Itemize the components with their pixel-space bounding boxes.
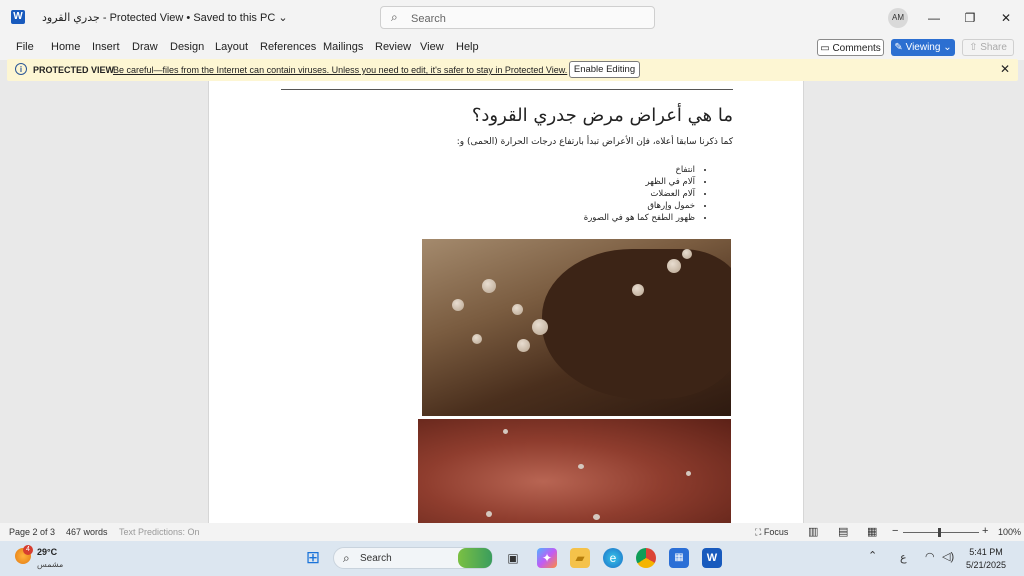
list-item: انتفاخ	[584, 164, 695, 176]
maximize-button[interactable]: ❐	[958, 6, 982, 30]
enable-editing-button[interactable]: Enable Editing	[569, 61, 640, 78]
tab-draw[interactable]: Draw	[132, 41, 158, 53]
tab-view[interactable]: View	[420, 41, 444, 53]
file-explorer-icon[interactable]: ▰	[570, 548, 590, 568]
tab-design[interactable]: Design	[170, 41, 204, 53]
protected-view-bar: i PROTECTED VIEW Be careful—files from t…	[7, 59, 1018, 81]
weather-temperature[interactable]: 29°C	[37, 547, 57, 557]
close-icon[interactable]: ✕	[1000, 62, 1010, 76]
lesion	[593, 514, 600, 520]
minimize-button[interactable]: —	[922, 6, 946, 30]
share-icon: ⇧	[969, 42, 978, 53]
zoom-level[interactable]: 100%	[998, 527, 1021, 537]
tab-file[interactable]: File	[16, 41, 34, 53]
read-mode-icon[interactable]: ▥	[808, 525, 818, 538]
list-item: آلام العضلات	[584, 188, 695, 200]
zoom-out-icon[interactable]: −	[892, 525, 898, 537]
list-item: ظهور الطفح كما هو في الصورة	[584, 212, 695, 224]
weather-condition[interactable]: مشمس	[37, 560, 63, 569]
info-shield-icon: i	[15, 63, 27, 75]
focus-icon: ⛶	[755, 527, 762, 537]
rash-photo-skin[interactable]	[418, 419, 731, 523]
tab-insert[interactable]: Insert	[92, 41, 120, 53]
comments-button[interactable]: ▭ Comments	[817, 39, 884, 56]
tab-references[interactable]: References	[260, 41, 316, 53]
print-layout-icon[interactable]: ▤	[838, 525, 848, 538]
zoom-slider-thumb[interactable]	[938, 528, 941, 537]
pustule	[682, 249, 692, 259]
search-input[interactable]	[409, 10, 643, 27]
volume-icon[interactable]: ◁)	[942, 550, 954, 563]
tab-review[interactable]: Review	[375, 41, 411, 53]
symptom-list: انتفاخ آلام في الظهر آلام العضلات خمول و…	[584, 164, 713, 224]
zoom-in-icon[interactable]: +	[982, 525, 988, 537]
search-box[interactable]: ⌕	[380, 6, 655, 29]
chevron-down-icon[interactable]: ⌄	[278, 12, 287, 24]
lesion	[486, 511, 492, 517]
microsoft-store-icon[interactable]: ▦	[669, 548, 689, 568]
pustule	[452, 299, 464, 311]
section-heading: ما هي أعراض مرض جدري القرود؟	[471, 105, 733, 126]
comment-icon: ▭	[820, 43, 830, 54]
edge-browser-icon[interactable]: e	[603, 548, 623, 568]
windows-start-icon[interactable]: ⊞	[303, 548, 323, 568]
tab-layout[interactable]: Layout	[215, 41, 248, 53]
page-count[interactable]: Page 2 of 3	[9, 527, 55, 537]
chevron-down-icon: ⌄	[943, 42, 952, 53]
tab-mailings[interactable]: Mailings	[323, 41, 363, 53]
pustule	[512, 304, 523, 315]
protected-view-title: PROTECTED VIEW	[33, 65, 115, 75]
rash-photo-hand[interactable]	[422, 239, 731, 416]
word-taskbar-icon[interactable]: W	[702, 548, 722, 568]
word-count[interactable]: 467 words	[66, 527, 108, 537]
intro-paragraph: كما ذكرنا سابقا أعلاه، فإن الأعراض تبدأ …	[456, 137, 733, 147]
pustule	[482, 279, 496, 293]
chrome-browser-icon[interactable]	[636, 548, 656, 568]
user-avatar[interactable]: AM	[888, 8, 908, 28]
search-highlight-icon[interactable]	[458, 548, 492, 568]
word-app-icon[interactable]: W	[11, 10, 25, 24]
protected-view-message[interactable]: Be careful—files from the Internet can c…	[113, 65, 567, 75]
search-icon: ⌕	[391, 10, 398, 24]
share-button[interactable]: ⇧ Share	[962, 39, 1014, 56]
clock-time: 5:41 PM	[969, 547, 1003, 557]
hand-shape	[542, 249, 731, 399]
lesion	[686, 471, 691, 476]
input-language[interactable]: ع	[900, 551, 907, 564]
tab-help[interactable]: Help	[456, 41, 479, 53]
system-clock[interactable]: 5:41 PM 5/21/2025	[962, 546, 1010, 572]
list-item: خمول وإرهاق	[584, 200, 695, 212]
web-layout-icon[interactable]: ▦	[867, 525, 877, 538]
lesion	[578, 464, 584, 469]
wifi-icon[interactable]: ◠	[925, 550, 935, 563]
horizontal-rule	[281, 89, 733, 90]
document-page[interactable]: ما هي أعراض مرض جدري القرود؟ كما ذكرنا س…	[208, 81, 804, 523]
text-predictions-status[interactable]: Text Predictions: On	[119, 527, 200, 537]
clock-date: 5/21/2025	[965, 560, 1007, 570]
task-view-icon[interactable]: ▣	[503, 548, 523, 568]
pustule	[517, 339, 530, 352]
taskbar-search-label: Search	[360, 553, 392, 564]
pustule	[632, 284, 644, 296]
pustule	[532, 319, 548, 335]
tab-home[interactable]: Home	[51, 41, 80, 53]
zoom-slider[interactable]	[903, 532, 979, 533]
viewing-button[interactable]: ✎ Viewing ⌄	[891, 39, 955, 56]
pencil-icon: ✎	[894, 42, 903, 53]
document-title[interactable]: جدري القرود - Protected View • Saved to …	[42, 11, 288, 24]
notification-badge: 4	[23, 545, 33, 555]
focus-button[interactable]: ⛶ Focus	[755, 527, 788, 538]
chevron-up-icon[interactable]: ⌃	[868, 549, 877, 562]
search-icon: ⌕	[343, 551, 350, 565]
close-button[interactable]: ✕	[994, 6, 1018, 30]
copilot-icon[interactable]: ✦	[537, 548, 557, 568]
pustule	[472, 334, 482, 344]
list-item: آلام في الظهر	[584, 176, 695, 188]
pustule	[667, 259, 681, 273]
lesion	[503, 429, 508, 434]
